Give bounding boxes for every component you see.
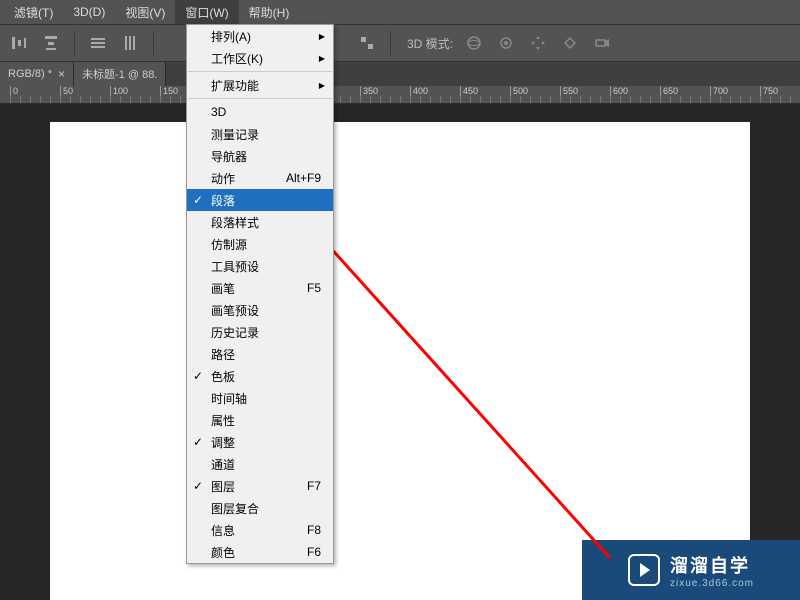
menu-item[interactable]: 路径 [187, 343, 333, 365]
menu-item-label: 测量记录 [211, 126, 259, 143]
canvas[interactable] [50, 122, 750, 600]
menu-filter[interactable]: 滤镜(T) [4, 0, 63, 24]
menu-item-label: 时间轴 [211, 390, 247, 407]
menu-separator [188, 98, 332, 99]
align-icon-3[interactable] [356, 32, 378, 54]
close-icon[interactable]: × [58, 67, 65, 81]
watermark: 溜溜自学 zixue.3d66.com [582, 540, 800, 600]
3d-zoom-icon[interactable] [591, 32, 613, 54]
menu-item-label: 段落 [211, 192, 235, 209]
menu-item-label: 颜色 [211, 544, 235, 561]
distribute-icon-1[interactable] [87, 32, 109, 54]
menu-window[interactable]: 窗口(W) [175, 0, 238, 24]
toolbar-separator [153, 31, 154, 55]
menu-item-label: 画笔预设 [211, 302, 259, 319]
menu-item[interactable]: 扩展功能 [187, 74, 333, 96]
menu-item-label: 仿制源 [211, 236, 247, 253]
menu-item-label: 导航器 [211, 148, 247, 165]
menu-item-label: 色板 [211, 368, 235, 385]
menu-item[interactable]: 工具预设 [187, 255, 333, 277]
check-icon: ✓ [193, 435, 203, 449]
document-tab[interactable]: RGB/8) *× [0, 62, 74, 86]
menu-item[interactable]: 导航器 [187, 145, 333, 167]
menu-separator [188, 71, 332, 72]
menu-item-label: 图层 [211, 478, 235, 495]
3d-slide-icon[interactable] [559, 32, 581, 54]
menu-item-label: 3D [211, 105, 226, 119]
menu-item-label: 工作区(K) [211, 50, 263, 67]
menu-item-label: 动作 [211, 170, 235, 187]
3d-roll-icon[interactable] [495, 32, 517, 54]
menu-shortcut: F6 [307, 545, 321, 559]
menu-item[interactable]: ✓ 调整 [187, 431, 333, 453]
menu-item-label: 路径 [211, 346, 235, 363]
menu-item-label: 画笔 [211, 280, 235, 297]
check-icon: ✓ [193, 369, 203, 383]
menu-item[interactable]: 仿制源 [187, 233, 333, 255]
menu-item[interactable]: 工作区(K) [187, 47, 333, 69]
menu-item[interactable]: 颜色 F6 [187, 541, 333, 563]
menu-item[interactable]: 画笔 F5 [187, 277, 333, 299]
document-tabbar: RGB/8) *× 未标题-1 @ 88. [0, 62, 800, 86]
options-toolbar: 3D 模式: [0, 24, 800, 62]
menu-item-label: 属性 [211, 412, 235, 429]
workspace [0, 104, 800, 600]
3d-pan-icon[interactable] [527, 32, 549, 54]
menu-item[interactable]: 历史记录 [187, 321, 333, 343]
align-icon-2[interactable] [40, 32, 62, 54]
menu-item[interactable]: 动作 Alt+F9 [187, 167, 333, 189]
toolbar-separator [390, 31, 391, 55]
watermark-play-icon [628, 554, 660, 586]
menu-help[interactable]: 帮助(H) [239, 0, 300, 24]
distribute-icon-2[interactable] [119, 32, 141, 54]
check-icon: ✓ [193, 193, 203, 207]
menu-item[interactable]: 时间轴 [187, 387, 333, 409]
menu-shortcut: Alt+F9 [286, 171, 321, 185]
horizontal-ruler[interactable]: 0501001502002503003504004505005506006507… [0, 86, 800, 104]
align-icon-1[interactable] [8, 32, 30, 54]
menu-item-label: 扩展功能 [211, 77, 259, 94]
menu-view[interactable]: 视图(V) [115, 0, 175, 24]
menu-item[interactable]: 3D [187, 101, 333, 123]
menu-shortcut: F7 [307, 479, 321, 493]
menu-item[interactable]: ✓ 色板 [187, 365, 333, 387]
menu-item[interactable]: 段落样式 [187, 211, 333, 233]
menu-item[interactable]: ✓ 段落 [187, 189, 333, 211]
menu-item-label: 信息 [211, 522, 235, 539]
window-menu-dropdown: 排列(A) 工作区(K) 扩展功能 3D 测量记录导航器动作 Alt+F9 ✓ 段落段落样式仿… [186, 24, 334, 564]
menu-item[interactable]: 属性 [187, 409, 333, 431]
watermark-title: 溜溜自学 [670, 552, 754, 578]
menu-item-label: 历史记录 [211, 324, 259, 341]
watermark-subtitle: zixue.3d66.com [670, 578, 754, 589]
menu-item-label: 图层复合 [211, 500, 259, 517]
menu-3d[interactable]: 3D(D) [63, 0, 115, 24]
menu-item[interactable]: 信息 F8 [187, 519, 333, 541]
menu-shortcut: F5 [307, 281, 321, 295]
menu-item-label: 排列(A) [211, 28, 251, 45]
check-icon: ✓ [193, 479, 203, 493]
menu-item-label: 通道 [211, 456, 235, 473]
3d-mode-label: 3D 模式: [407, 35, 453, 52]
menu-item-label: 段落样式 [211, 214, 259, 231]
menu-item[interactable]: 测量记录 [187, 123, 333, 145]
menubar: 滤镜(T) 3D(D) 视图(V) 窗口(W) 帮助(H) [0, 0, 800, 24]
menu-item-label: 调整 [211, 434, 235, 451]
menu-item[interactable]: 通道 [187, 453, 333, 475]
toolbar-separator [74, 31, 75, 55]
menu-item[interactable]: 画笔预设 [187, 299, 333, 321]
menu-item[interactable]: 排列(A) [187, 25, 333, 47]
menu-item-label: 工具预设 [211, 258, 259, 275]
document-tab[interactable]: 未标题-1 @ 88. [74, 62, 166, 86]
menu-item[interactable]: 图层复合 [187, 497, 333, 519]
menu-item[interactable]: ✓ 图层 F7 [187, 475, 333, 497]
menu-shortcut: F8 [307, 523, 321, 537]
3d-orbit-icon[interactable] [463, 32, 485, 54]
